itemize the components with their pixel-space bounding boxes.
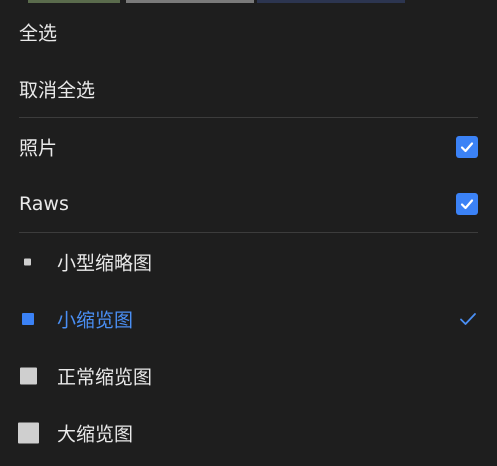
- select-all-item[interactable]: 全选: [0, 3, 497, 60]
- filter-raws-label: Raws: [19, 192, 69, 215]
- select-all-label: 全选: [19, 22, 58, 44]
- thumbnail-options-menu: 全选 取消全选 照片 Raws 小型缩略图 小缩览图 正常缩览图 大缩览图: [0, 0, 497, 466]
- filter-photos-label: 照片: [19, 137, 58, 159]
- size-small-label: 小缩览图: [57, 309, 134, 331]
- size-small-item[interactable]: 小缩览图: [0, 290, 497, 347]
- checkbox-checked-icon[interactable]: [456, 192, 478, 215]
- large-square-icon: [18, 422, 39, 443]
- medium-square-icon: [20, 367, 37, 384]
- size-normal-label: 正常缩览图: [57, 366, 153, 388]
- filter-photos-item[interactable]: 照片: [0, 118, 497, 175]
- tiny-square-icon: [24, 258, 31, 265]
- size-large-item[interactable]: 大缩览图: [0, 404, 497, 461]
- checkmark-icon: [460, 312, 476, 325]
- small-square-icon: [22, 312, 34, 325]
- size-large-label: 大缩览图: [57, 423, 134, 445]
- checkbox-checked-icon[interactable]: [456, 135, 478, 158]
- size-tiny-label: 小型缩略图: [57, 252, 153, 274]
- filter-raws-item[interactable]: Raws: [0, 175, 497, 232]
- menu-list: 全选 取消全选 照片 Raws 小型缩略图 小缩览图 正常缩览图 大缩览图: [0, 3, 497, 461]
- deselect-all-label: 取消全选: [19, 79, 96, 101]
- size-tiny-item[interactable]: 小型缩略图: [0, 233, 497, 290]
- size-normal-item[interactable]: 正常缩览图: [0, 347, 497, 404]
- deselect-all-item[interactable]: 取消全选: [0, 60, 497, 117]
